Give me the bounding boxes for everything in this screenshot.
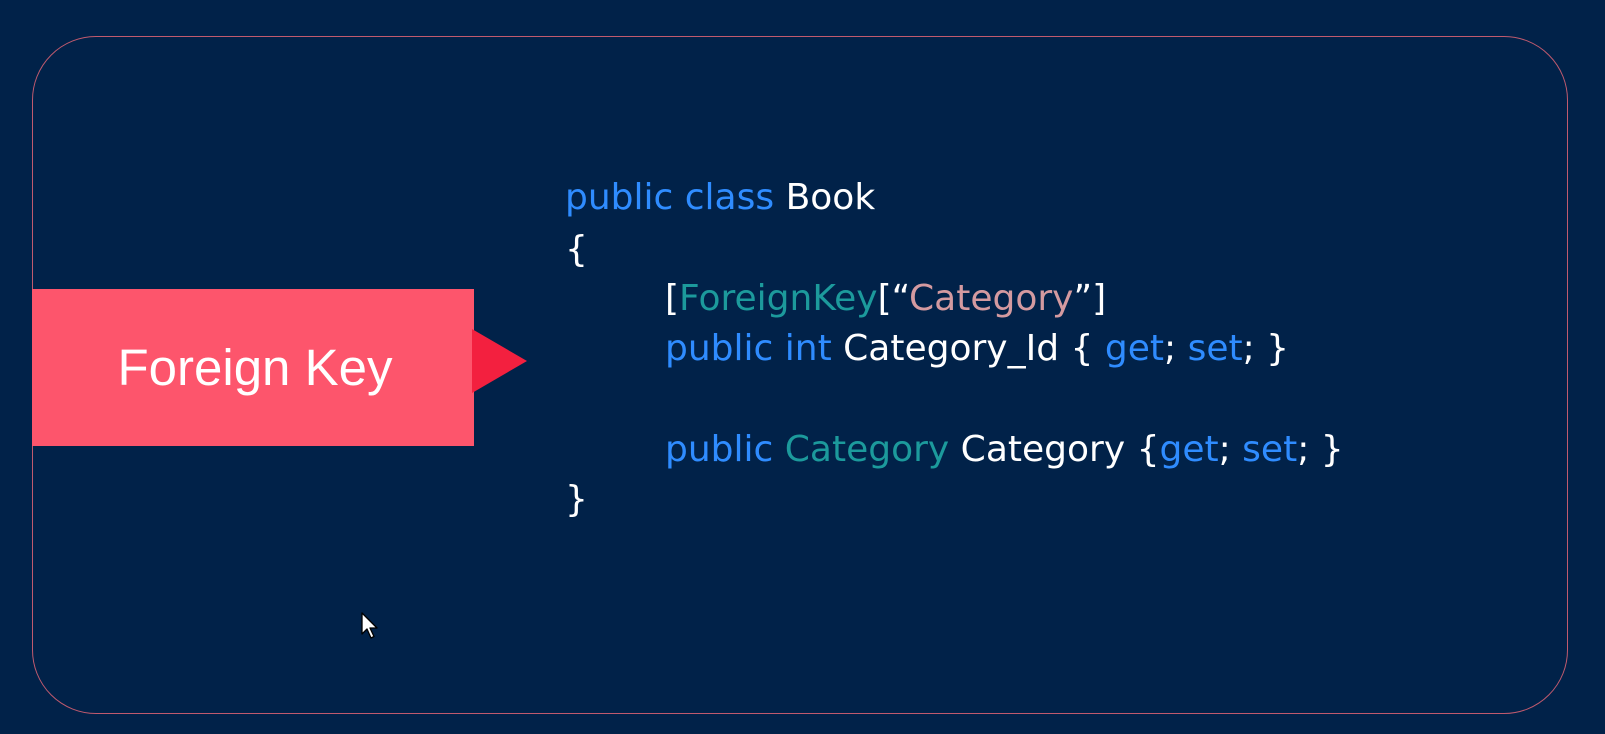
code-line-close-brace: }: [565, 477, 588, 523]
code-string: Category: [909, 278, 1074, 319]
code-line-category-nav: public Category Category {get; set; }: [565, 427, 1344, 473]
code-close-brace: }: [565, 479, 588, 520]
code-open-brace: {: [565, 229, 588, 270]
code-bracket-quote: [“: [877, 278, 910, 319]
callout-label: Foreign Key: [117, 339, 393, 396]
code-keyword: public class: [565, 177, 775, 218]
callout-arrow-icon: [472, 329, 527, 393]
code-class-name: Book: [774, 177, 876, 218]
code-property-name: Category_Id {: [831, 328, 1105, 369]
code-attribute-type: ForeignKey: [679, 278, 878, 319]
code-line-class-declaration: public class Book: [565, 175, 875, 221]
code-keyword: public int: [665, 328, 832, 369]
code-property-name: Category {: [949, 429, 1160, 470]
code-get: get: [1104, 328, 1164, 369]
mouse-pointer-icon: [361, 612, 378, 639]
code-bracket-close: ”]: [1073, 278, 1107, 319]
code-set: set: [1242, 429, 1298, 470]
code-end: ; }: [1242, 328, 1290, 369]
foreign-key-callout: Foreign Key: [32, 289, 474, 446]
code-type: Category: [784, 429, 950, 470]
code-end: ; }: [1297, 429, 1344, 470]
code-line-attribute: [ForeignKey[“Category”]: [565, 276, 1106, 322]
code-get: get: [1159, 429, 1219, 470]
code-line-category-id: public int Category_Id { get; set; }: [565, 326, 1289, 372]
code-keyword: public: [665, 429, 774, 470]
code-separator: ;: [1218, 429, 1243, 470]
code-separator: ;: [1163, 328, 1188, 369]
code-block: public class Book { [ForeignKey[“Categor…: [565, 175, 1344, 708]
code-line-open-brace: {: [565, 227, 588, 273]
slide: Foreign Key public class Book { [Foreign…: [0, 0, 1605, 734]
code-set: set: [1187, 328, 1243, 369]
code-bracket-open: [: [665, 278, 680, 319]
